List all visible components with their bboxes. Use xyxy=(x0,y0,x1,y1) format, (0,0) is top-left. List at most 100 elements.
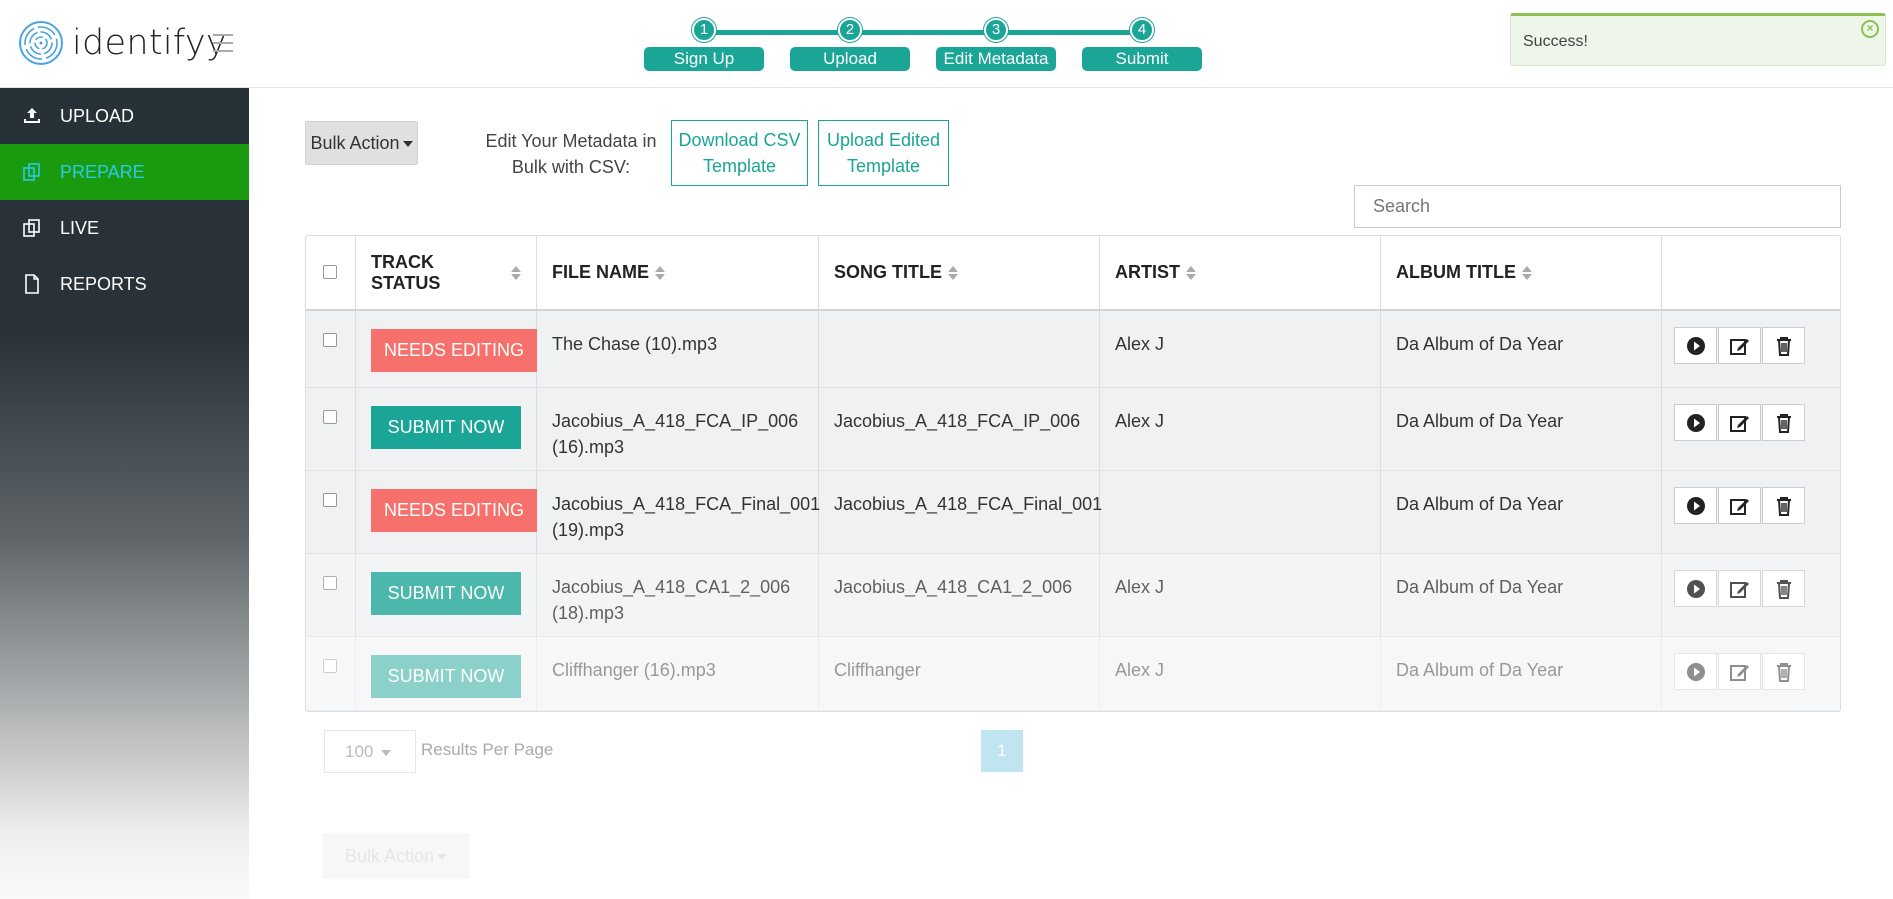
delete-button[interactable] xyxy=(1762,327,1805,364)
album-title-cell: Da Album of Da Year xyxy=(1381,388,1662,470)
submit-now-button[interactable]: SUBMIT NOW xyxy=(371,572,521,615)
column-header-artist[interactable]: ARTIST xyxy=(1100,236,1381,309)
submit-now-button[interactable]: SUBMIT NOW xyxy=(371,406,521,449)
sort-icon[interactable] xyxy=(511,265,521,280)
edit-icon xyxy=(1729,415,1749,432)
bulk-action-button-bottom[interactable]: Bulk Action xyxy=(322,833,470,879)
row-checkbox[interactable] xyxy=(323,576,337,590)
table-header-row: TRACK STATUS FILE NAME SONG TITLE ARTIST… xyxy=(306,236,1840,311)
step-sign-up[interactable]: 1 Sign Up xyxy=(644,18,764,71)
edit-button[interactable] xyxy=(1718,487,1761,524)
row-checkbox[interactable] xyxy=(323,659,337,673)
menu-toggle-icon[interactable] xyxy=(213,34,233,52)
step-edit-metadata[interactable]: 3 Edit Metadata xyxy=(936,18,1056,71)
artist-cell: Alex J xyxy=(1100,311,1381,387)
needs-editing-button[interactable]: NEEDS EDITING xyxy=(371,489,537,532)
row-checkbox[interactable] xyxy=(323,410,337,424)
progress-steps: 1 Sign Up 2 Upload 3 Edit Metadata 4 Sub… xyxy=(644,18,1202,74)
artist-cell xyxy=(1100,471,1381,553)
csv-label: Edit Your Metadata in Bulk with CSV: xyxy=(485,131,657,177)
sort-icon[interactable] xyxy=(1186,265,1196,280)
play-button[interactable] xyxy=(1674,487,1717,524)
column-header-song-title[interactable]: SONG TITLE xyxy=(819,236,1100,309)
edit-button[interactable] xyxy=(1718,653,1761,690)
actions-cell xyxy=(1662,637,1840,710)
file-name-cell: The Chase (10).mp3 xyxy=(537,311,819,387)
file-name-cell: Jacobius_A_418_CA1_2_006 (18).mp3 xyxy=(537,554,819,636)
close-icon[interactable]: × xyxy=(1861,20,1879,38)
document-icon xyxy=(25,274,39,294)
sidebar-item-live[interactable]: LIVE xyxy=(0,200,249,256)
play-icon xyxy=(1686,413,1705,432)
song-title-cell: Cliffhanger xyxy=(819,637,1100,710)
table-row: SUBMIT NOW Jacobius_A_418_CA1_2_006 (18)… xyxy=(306,554,1840,637)
row-select-cell xyxy=(306,637,356,710)
sidebar-item-label: PREPARE xyxy=(60,161,145,182)
sidebar-item-upload[interactable]: UPLOAD xyxy=(0,88,249,144)
brand-logo[interactable]: identifyy xyxy=(18,20,227,66)
edit-icon xyxy=(1729,498,1749,515)
delete-button[interactable] xyxy=(1762,570,1805,607)
trash-icon xyxy=(1776,662,1791,682)
status-cell: SUBMIT NOW xyxy=(356,554,537,636)
table-row: NEEDS EDITING The Chase (10).mp3 Alex J … xyxy=(306,311,1840,388)
sidebar-item-prepare[interactable]: PREPARE xyxy=(0,144,249,200)
select-all-checkbox[interactable] xyxy=(323,265,337,279)
toast-message: Success! xyxy=(1523,33,1588,50)
tracks-table: TRACK STATUS FILE NAME SONG TITLE ARTIST… xyxy=(305,235,1841,712)
step-upload[interactable]: 2 Upload xyxy=(790,18,910,71)
sidebar: UPLOAD PREPARE LIVE REPORTS xyxy=(0,88,249,899)
step-label: Edit Metadata xyxy=(936,47,1056,71)
sidebar-item-reports[interactable]: REPORTS xyxy=(0,256,249,312)
search-input[interactable] xyxy=(1354,185,1841,228)
submit-now-button[interactable]: SUBMIT NOW xyxy=(371,655,521,698)
step-submit[interactable]: 4 Submit xyxy=(1082,18,1202,71)
row-checkbox[interactable] xyxy=(323,333,337,347)
trash-icon xyxy=(1776,579,1791,599)
upload-edited-template-button[interactable]: Upload Edited Template xyxy=(818,120,949,186)
sort-icon[interactable] xyxy=(1521,265,1532,280)
step-number: 3 xyxy=(984,18,1008,42)
select-all-cell xyxy=(306,236,356,309)
step-number: 2 xyxy=(838,18,862,42)
delete-button[interactable] xyxy=(1762,404,1805,441)
file-name-cell: Jacobius_A_418_FCA_Final_001 (19).mp3 xyxy=(537,471,820,553)
play-button[interactable] xyxy=(1674,570,1717,607)
sidebar-item-label: UPLOAD xyxy=(60,105,135,126)
actions-cell xyxy=(1662,388,1840,470)
status-cell: SUBMIT NOW xyxy=(356,388,537,470)
play-button[interactable] xyxy=(1674,653,1717,690)
pagination-page-1[interactable]: 1 xyxy=(981,730,1023,772)
song-title-cell: Jacobius_A_418_FCA_IP_006 xyxy=(819,388,1100,470)
caret-down-icon xyxy=(402,141,413,148)
play-button[interactable] xyxy=(1674,404,1717,441)
actions-cell xyxy=(1662,554,1840,636)
results-per-page-select[interactable]: 100 xyxy=(324,730,416,773)
play-button[interactable] xyxy=(1674,327,1717,364)
edit-button[interactable] xyxy=(1718,404,1761,441)
file-name-cell: Cliffhanger (16).mp3 xyxy=(537,637,819,710)
column-header-file-name[interactable]: FILE NAME xyxy=(537,236,819,309)
caret-down-icon xyxy=(437,854,448,861)
play-icon xyxy=(1686,579,1705,598)
column-header-label: TRACK STATUS xyxy=(371,251,441,293)
edit-icon xyxy=(1729,664,1749,681)
column-header-actions xyxy=(1662,236,1840,309)
album-title-cell: Da Album of Da Year xyxy=(1381,471,1662,553)
column-header-album-title[interactable]: ALBUM TITLE xyxy=(1381,236,1662,309)
delete-button[interactable] xyxy=(1762,487,1805,524)
sort-icon[interactable] xyxy=(655,265,665,280)
sort-icon[interactable] xyxy=(948,265,958,280)
bulk-action-button[interactable]: Bulk Action xyxy=(305,121,418,165)
play-icon xyxy=(1686,496,1705,515)
column-header-track-status[interactable]: TRACK STATUS xyxy=(356,236,537,309)
actions-cell xyxy=(1662,311,1840,387)
edit-button[interactable] xyxy=(1718,570,1761,607)
download-csv-template-button[interactable]: Download CSV Template xyxy=(671,120,808,186)
row-checkbox[interactable] xyxy=(323,493,337,507)
copy-icon xyxy=(23,219,40,237)
edit-button[interactable] xyxy=(1718,327,1761,364)
trash-icon xyxy=(1776,413,1791,433)
delete-button[interactable] xyxy=(1762,653,1805,690)
needs-editing-button[interactable]: NEEDS EDITING xyxy=(371,329,537,372)
